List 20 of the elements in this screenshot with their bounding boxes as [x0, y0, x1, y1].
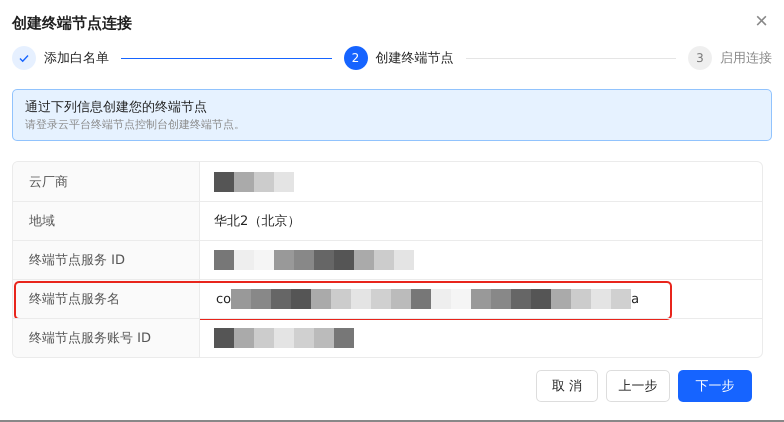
next-button[interactable]: 下一步 [678, 370, 752, 402]
value-suffix: a [631, 292, 640, 306]
step-number: 3 [688, 46, 712, 70]
row-value: 华北2（北京） [214, 213, 300, 230]
close-button[interactable]: × [755, 8, 768, 34]
value-prefix: co [216, 292, 232, 306]
step-label: 启用连接 [720, 50, 772, 67]
back-button[interactable]: 上一步 [606, 370, 670, 402]
row-label: 终端节点服务 ID [13, 241, 200, 279]
dialog-title: 创建终端节点连接 [12, 14, 132, 34]
alert-description: 请登录云平台终端节点控制台创建终端节点。 [25, 117, 246, 132]
alert-title: 通过下列信息创建您的终端节点 [25, 99, 208, 116]
step-label: 添加白名单 [44, 50, 109, 67]
row-label: 云厂商 [13, 162, 200, 201]
cancel-button[interactable]: 取 消 [536, 370, 598, 402]
step-label: 创建终端节点 [376, 50, 454, 67]
row-label: 终端节点服务账号 ID [13, 319, 200, 357]
row-label: 地域 [13, 202, 200, 240]
step-number: 2 [344, 46, 368, 70]
row-label: 终端节点服务名 [13, 280, 200, 318]
